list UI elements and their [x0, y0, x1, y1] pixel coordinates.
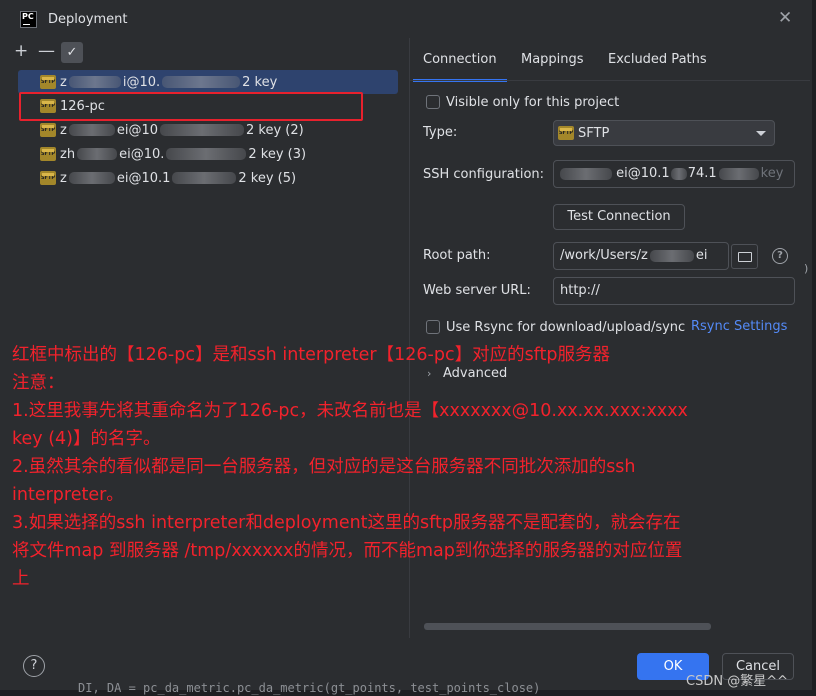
- window-title: Deployment: [48, 12, 128, 27]
- redacted-text: [172, 172, 237, 184]
- annotation-line: 2.虽然其余的看似都是同一台服务器，但对应的是这台服务器不同批次添加的ssh: [12, 457, 636, 477]
- chevron-down-icon: [756, 131, 766, 136]
- root-path-label: Root path:: [423, 248, 491, 263]
- server-label: 2 key (3): [248, 146, 307, 162]
- annotation-line: 上: [12, 569, 30, 589]
- redacted-text: [166, 148, 247, 160]
- title-bar: PC Deployment ✕: [0, 0, 812, 38]
- highlight-frame: [19, 92, 363, 121]
- annotation-line: 将文件map 到服务器 /tmp/xxxxxx的情况，而不能map到你选择的服务…: [12, 541, 683, 561]
- visible-only-label: Visible only for this project: [446, 95, 620, 110]
- background-code-line: DI, DA = pc_da_metric.pc_da_metric(gt_po…: [78, 681, 541, 695]
- server-item[interactable]: SFTP z i@10. 2 key: [18, 70, 398, 94]
- server-item[interactable]: SFTP z ei@10.1 2 key (5): [18, 166, 398, 190]
- help-icon[interactable]: ?: [772, 248, 788, 264]
- server-label: z: [60, 122, 67, 138]
- server-label: z: [60, 170, 67, 186]
- annotation-line: 注意：: [12, 373, 65, 393]
- redacted-text: [718, 167, 759, 180]
- server-label: 2 key (5): [238, 170, 297, 186]
- edge-glyph: ): [804, 262, 809, 275]
- use-rsync-label: Use Rsync for download/upload/sync: [446, 320, 686, 335]
- server-label: z: [60, 74, 67, 90]
- help-button[interactable]: ?: [23, 655, 45, 677]
- redacted-text: [68, 124, 115, 136]
- redacted-text: [560, 167, 612, 180]
- use-rsync-checkbox[interactable]: [426, 320, 440, 334]
- browse-folder-button[interactable]: [731, 244, 758, 269]
- server-label: i@10.: [122, 74, 161, 90]
- sftp-icon: SFTP: [40, 75, 56, 89]
- server-item[interactable]: SFTP z ei@10 2 key (2): [18, 118, 398, 142]
- server-item[interactable]: SFTP zh ei@10. 2 key (3): [18, 142, 398, 166]
- web-server-url-input[interactable]: http://: [553, 277, 795, 305]
- visible-only-checkbox[interactable]: [426, 95, 440, 109]
- rsync-settings-link[interactable]: Rsync Settings: [691, 319, 787, 334]
- server-list: SFTP z i@10. 2 key SFTP 126-pc SFTP z ei…: [18, 70, 398, 190]
- server-label: 2 key: [242, 74, 278, 90]
- redacted-text: [68, 76, 121, 88]
- annotation-line: 红框中标出的【126-pc】是和ssh interpreter【126-pc】对…: [12, 345, 611, 365]
- server-label: ei@10.1: [116, 170, 171, 186]
- type-select[interactable]: SFTP SFTP: [553, 120, 775, 146]
- close-icon[interactable]: ✕: [778, 10, 792, 27]
- test-connection-button[interactable]: Test Connection: [553, 204, 685, 230]
- annotation-line: 1.这里我事先将其重命名为了126-pc，未改名前也是【xxxxxxx@10.x…: [12, 401, 688, 421]
- ssh-configuration-field[interactable]: ei@10.1 74.1 key: [553, 160, 795, 188]
- set-default-button[interactable]: ✓: [61, 42, 83, 63]
- server-label: 2 key (2): [245, 122, 304, 138]
- remove-server-button[interactable]: —: [38, 43, 55, 60]
- server-label: zh: [60, 146, 76, 162]
- annotation-line: interpreter。: [12, 485, 124, 505]
- type-value: SFTP: [578, 125, 610, 141]
- redacted-text: [68, 172, 115, 184]
- server-label: ei@10: [116, 122, 158, 138]
- sftp-icon: SFTP: [558, 126, 574, 140]
- annotation-line: 3.如果选择的ssh interpreter和deployment这里的sftp…: [12, 513, 681, 533]
- sftp-icon: SFTP: [40, 171, 56, 185]
- web-server-url-label: Web server URL:: [423, 283, 531, 298]
- tab-separator: [410, 80, 810, 81]
- csdn-watermark: CSDN @繁星^^: [686, 674, 788, 689]
- redacted-text: [159, 124, 244, 136]
- redacted-text: [162, 76, 241, 88]
- pycharm-app-icon: PC: [20, 11, 37, 28]
- add-server-button[interactable]: +: [14, 43, 28, 60]
- ssh-configuration-label: SSH configuration:: [423, 167, 545, 182]
- sftp-icon: SFTP: [40, 123, 56, 137]
- annotation-text: 红框中标出的【126-pc】是和ssh interpreter【126-pc】对…: [12, 341, 812, 593]
- type-label: Type:: [423, 125, 458, 140]
- annotation-line: key (4)】的名字。: [12, 429, 161, 449]
- tab-connection[interactable]: Connection: [413, 52, 507, 82]
- tab-excluded-paths[interactable]: Excluded Paths: [608, 52, 707, 67]
- redacted-text: [670, 167, 687, 180]
- redacted-text: [649, 249, 694, 262]
- root-path-input[interactable]: /work/Users/z ei: [553, 242, 729, 270]
- tab-mappings[interactable]: Mappings: [521, 52, 584, 67]
- horizontal-scrollbar[interactable]: [424, 623, 711, 630]
- folder-icon: [738, 252, 752, 262]
- server-label: ei@10.: [119, 146, 165, 162]
- redacted-text: [77, 148, 118, 160]
- sftp-icon: SFTP: [40, 147, 56, 161]
